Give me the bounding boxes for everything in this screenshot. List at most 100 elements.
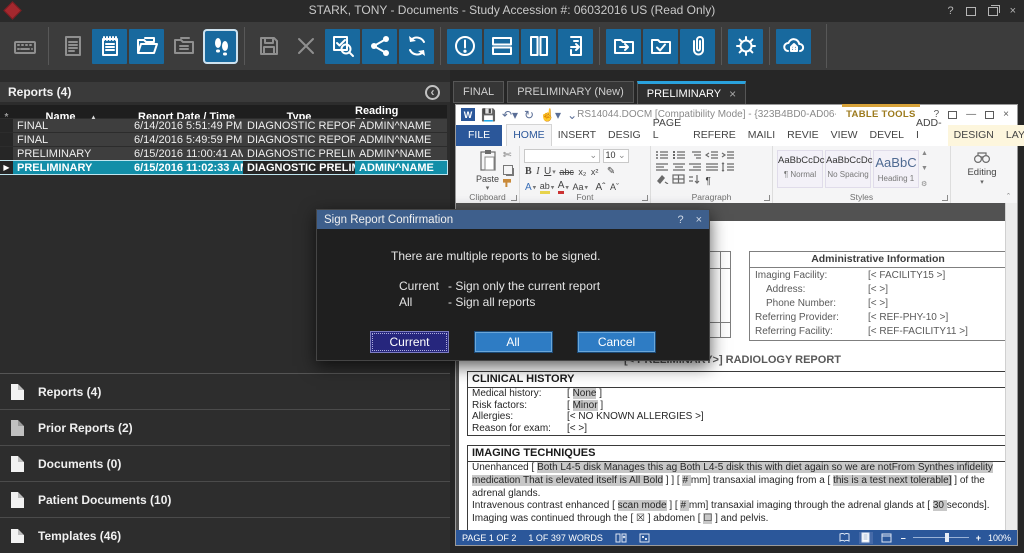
tab-file[interactable]: FILE (456, 125, 502, 146)
tab-final[interactable]: FINAL (453, 81, 504, 103)
text-effects-icon[interactable]: A (525, 182, 532, 193)
superscript-button[interactable]: x² (591, 167, 599, 177)
table-row[interactable]: FINAL 6/14/2016 5:51:49 PM DIAGNOSTIC RE… (0, 119, 447, 132)
tab-mailings[interactable]: MAILI (742, 125, 781, 146)
tab-view[interactable]: VIEW (825, 125, 864, 146)
tab-addins[interactable]: ADD-I (910, 113, 948, 146)
close-icon[interactable]: × (1010, 5, 1016, 17)
tab-table-layout[interactable]: LAYOUT (1000, 125, 1024, 146)
help-icon[interactable]: ? (947, 5, 953, 17)
sidebar-item-patient-documents[interactable]: Patient Documents (10) (0, 481, 450, 517)
save-icon[interactable] (251, 29, 286, 64)
zoom-slider-thumb[interactable] (945, 533, 949, 542)
word-restore-icon[interactable] (985, 111, 994, 119)
clipboard-launcher-icon[interactable] (511, 195, 517, 201)
footprints-icon[interactable] (203, 29, 238, 64)
touch-mode-icon[interactable]: ☝▾ (540, 109, 561, 121)
keyboard-icon[interactable] (7, 29, 42, 64)
tab-developer[interactable]: DEVEL (864, 125, 910, 146)
refresh-sync-icon[interactable] (399, 29, 434, 64)
decrease-indent-icon[interactable] (705, 150, 719, 160)
align-left-icon[interactable] (655, 162, 669, 172)
save-icon[interactable]: 💾 (481, 109, 496, 121)
tab-design[interactable]: DESIG (602, 125, 647, 146)
editing-button[interactable]: Editing ▾ (955, 149, 1009, 186)
redo-icon[interactable]: ↻ (524, 109, 534, 121)
copy-icon[interactable] (503, 165, 513, 175)
shrink-font-icon[interactable]: Aˇ (610, 182, 619, 192)
justify-icon[interactable] (705, 162, 719, 172)
zoom-in-icon[interactable]: + (976, 533, 981, 543)
table-row-selected[interactable]: ▶ PRELIMINARY 6/15/2016 11:02:33 AM DIAG… (0, 161, 447, 174)
dialog-close-icon[interactable]: × (696, 214, 702, 226)
align-right-icon[interactable] (688, 162, 702, 172)
reports-table-header[interactable]: * Name▲ Report Date / Time Type Reading … (0, 105, 447, 118)
font-launcher-icon[interactable] (642, 195, 648, 201)
close-tab-icon[interactable]: × (729, 87, 736, 101)
style-normal[interactable]: AaBbCcDc ¶ Normal (777, 150, 823, 188)
styles-scroll-down-icon[interactable]: ▼ (921, 165, 928, 172)
macro-recorder-icon[interactable] (639, 533, 650, 543)
bold-button[interactable]: B (525, 166, 532, 177)
split-horizontal-icon[interactable] (484, 29, 519, 64)
sidebar-item-reports[interactable]: Reports (4) (0, 373, 450, 409)
split-vertical-icon[interactable] (521, 29, 556, 64)
document-scrollbar[interactable] (1005, 203, 1017, 530)
notepad-report-icon[interactable] (92, 29, 127, 64)
table-row[interactable]: FINAL 6/14/2016 5:49:59 PM DIAGNOSTIC RE… (0, 133, 447, 146)
shading-icon[interactable] (655, 174, 669, 184)
print-layout-icon[interactable] (859, 532, 873, 544)
tab-insert[interactable]: INSERT (552, 125, 602, 146)
sort-icon[interactable] (688, 174, 702, 184)
style-no-spacing[interactable]: AaBbCcDc No Spacing (825, 150, 871, 188)
sidebar-item-prior-reports[interactable]: Prior Reports (2) (0, 409, 450, 445)
folder-checklist-icon[interactable] (166, 29, 201, 64)
zoom-out-icon[interactable]: – (901, 533, 906, 543)
format-painter-icon[interactable] (503, 179, 511, 187)
word-count[interactable]: 1 OF 397 WORDS (528, 533, 603, 543)
fullscreen-icon[interactable] (966, 7, 976, 16)
dialog-help-icon[interactable]: ? (677, 214, 683, 226)
attachment-icon[interactable] (680, 29, 715, 64)
zoom-level[interactable]: 100% (988, 533, 1011, 543)
bullets-icon[interactable] (655, 150, 669, 160)
folder-export-icon[interactable] (606, 29, 641, 64)
multilevel-list-icon[interactable] (688, 150, 702, 160)
sidebar-item-documents[interactable]: Documents (0) (0, 445, 450, 481)
restore-icon[interactable] (988, 7, 998, 16)
styles-launcher-icon[interactable] (942, 195, 948, 201)
style-heading1[interactable]: AaBbC Heading 1 (873, 150, 919, 188)
verify-preview-icon[interactable] (325, 29, 360, 64)
font-size-combo[interactable]: 10⌄ (603, 149, 629, 163)
borders-icon[interactable] (672, 174, 686, 184)
tab-review[interactable]: REVIE (781, 125, 825, 146)
page-indicator[interactable]: PAGE 1 OF 2 (462, 533, 516, 543)
collapse-panel-icon[interactable]: ‹ (425, 85, 440, 100)
open-folder-document-icon[interactable] (129, 29, 164, 64)
folder-approve-icon[interactable] (643, 29, 678, 64)
settings-gear-icon[interactable] (728, 29, 763, 64)
numbering-icon[interactable] (672, 150, 686, 160)
tab-preliminary[interactable]: PRELIMINARY× (637, 81, 746, 104)
grow-font-icon[interactable]: Aˆ (596, 182, 606, 193)
qat-customize-icon[interactable]: ⌄ (567, 109, 577, 121)
tab-preliminary-new[interactable]: PRELIMINARY (New) (507, 81, 634, 103)
zoom-slider[interactable] (913, 537, 969, 538)
cut-icon[interactable]: ✄ (503, 150, 513, 161)
tab-references[interactable]: REFERE (687, 125, 742, 146)
document-import-icon[interactable] (558, 29, 593, 64)
show-paragraph-marks-icon[interactable]: ¶ (706, 176, 711, 187)
sidebar-item-templates[interactable]: Templates (46) (0, 517, 450, 553)
collapse-ribbon-icon[interactable]: ˆ (1007, 192, 1010, 202)
styles-more-icon[interactable]: ⚙ (921, 180, 928, 188)
subscript-button[interactable]: x₂ (578, 167, 586, 177)
line-spacing-icon[interactable] (721, 162, 735, 172)
increase-indent-icon[interactable] (721, 150, 735, 160)
underline-button[interactable]: U (544, 166, 551, 177)
read-mode-icon[interactable] (838, 532, 852, 544)
word-minimize-icon[interactable]: — (966, 109, 976, 120)
delete-icon[interactable] (288, 29, 323, 64)
word-app-icon[interactable]: W (461, 108, 475, 121)
tab-table-design[interactable]: DESIGN (948, 125, 1000, 146)
cancel-button[interactable]: Cancel (577, 331, 656, 353)
